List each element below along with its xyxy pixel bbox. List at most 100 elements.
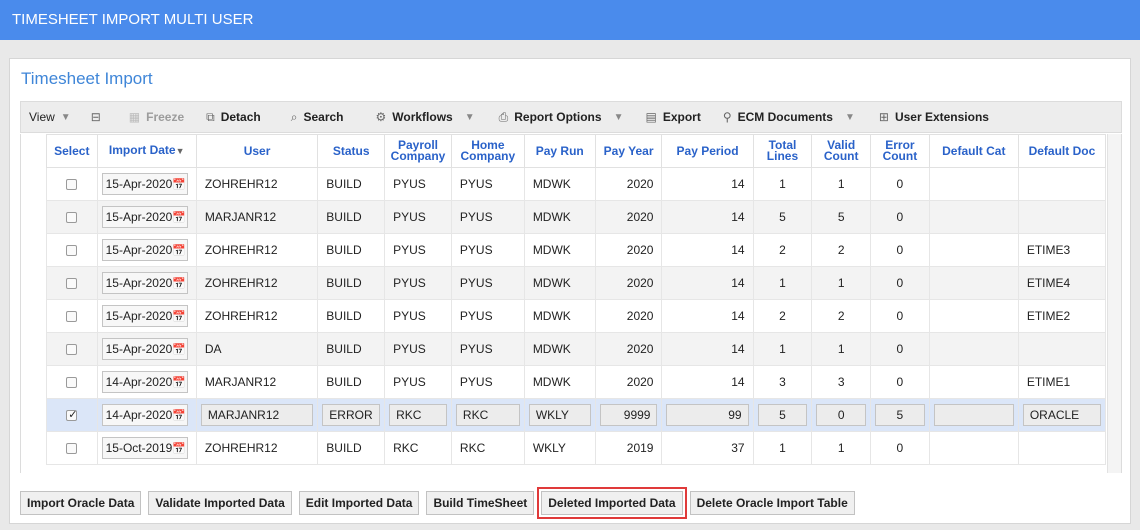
col-default-cat[interactable]: Default Cat bbox=[928, 134, 1019, 168]
import-date-field[interactable]: 15-Apr-2020 📅 bbox=[101, 272, 188, 294]
col-total-lines[interactable]: Total Lines bbox=[752, 134, 813, 168]
error-count-cell[interactable]: 5 bbox=[870, 398, 930, 432]
search-icon: ⌕ bbox=[290, 109, 298, 124]
valid-count-cell[interactable]: 0 bbox=[811, 398, 872, 432]
report-options-menu[interactable]: ⎙ Report Options ▼ bbox=[499, 110, 624, 125]
error-count-cell-value[interactable]: 5 bbox=[875, 404, 925, 426]
col-default-doc[interactable]: Default Doc bbox=[1017, 134, 1107, 168]
calendar-icon[interactable]: 📅 bbox=[172, 442, 186, 455]
pay-period-cell[interactable]: 99 bbox=[661, 398, 754, 432]
pay-year-cell[interactable]: 9999 bbox=[594, 398, 663, 432]
calendar-icon[interactable]: 📅 bbox=[172, 244, 186, 257]
table-row[interactable]: 14-Apr-2020📅MARJANR12ERRORRKCRKCWKLY9999… bbox=[46, 398, 1107, 432]
home-company-cell-value[interactable]: RKC bbox=[455, 404, 520, 426]
vertical-scrollbar[interactable] bbox=[1107, 134, 1121, 473]
col-user[interactable]: User bbox=[195, 134, 319, 168]
view-menu[interactable]: View ▼ bbox=[29, 110, 71, 124]
col-error-count[interactable]: Error Count bbox=[870, 134, 930, 168]
col-pay-year[interactable]: Pay Year bbox=[594, 134, 663, 168]
row-checkbox[interactable] bbox=[66, 278, 78, 290]
table-row[interactable]: 15-Apr-2020 📅 MARJANR12 BUILD PYUS PYUS MDWK 20… bbox=[46, 200, 1107, 234]
default-cat-cell-value[interactable] bbox=[933, 404, 1014, 426]
import-date-value: 15-Apr-2020 bbox=[105, 177, 173, 191]
total-lines-cell[interactable]: 5 bbox=[752, 398, 813, 432]
calendar-icon[interactable]: 📅 bbox=[172, 409, 186, 422]
import-date-field[interactable]: 14-Apr-2020 📅 bbox=[101, 404, 188, 426]
import-date-field[interactable]: 15-Apr-2020 📅 bbox=[101, 239, 188, 261]
calendar-icon[interactable]: 📅 bbox=[172, 211, 186, 224]
valid-count-cell-value[interactable]: 0 bbox=[816, 404, 867, 426]
home-company-cell: RKC bbox=[450, 431, 525, 465]
col-home-company[interactable]: Home Company bbox=[450, 134, 525, 168]
total-lines-cell-value[interactable]: 5 bbox=[757, 404, 808, 426]
freeze-button[interactable]: ▦ Freeze bbox=[129, 110, 184, 124]
import-date-field[interactable]: 15-Oct-2019 📅 bbox=[101, 437, 188, 459]
pay-period-cell-value[interactable]: 99 bbox=[666, 404, 749, 426]
row-checkbox[interactable] bbox=[66, 377, 78, 389]
import-date-field[interactable]: 15-Apr-2020 📅 bbox=[101, 173, 188, 195]
import-date-field[interactable]: 15-Apr-2020 📅 bbox=[101, 338, 188, 360]
row-checkbox[interactable] bbox=[66, 443, 78, 455]
select-cell bbox=[46, 167, 98, 201]
payroll-company-cell[interactable]: RKC bbox=[384, 398, 452, 432]
search-button[interactable]: ⌕ Search bbox=[291, 110, 344, 125]
row-checkbox[interactable] bbox=[66, 245, 78, 257]
status-cell-value: BUILD bbox=[326, 276, 362, 290]
pay-run-cell-value[interactable]: WKLY bbox=[528, 404, 591, 426]
calendar-icon[interactable]: 📅 bbox=[172, 376, 186, 389]
table-row[interactable]: 15-Apr-2020 📅 ZOHREHR12 BUILD PYUS PYUS MDWK 20… bbox=[46, 233, 1107, 267]
pay-run-cell[interactable]: WKLY bbox=[523, 398, 596, 432]
validate-imported-data-button[interactable]: Validate Imported Data bbox=[148, 491, 292, 515]
deleted-imported-data-button[interactable]: Deleted Imported Data bbox=[537, 487, 687, 519]
import-date-field[interactable]: 15-Apr-2020 📅 bbox=[101, 206, 188, 228]
col-pay-period[interactable]: Pay Period bbox=[661, 134, 754, 168]
col-payroll-company[interactable]: Payroll Company bbox=[384, 134, 452, 168]
calendar-icon[interactable]: 📅 bbox=[172, 178, 186, 191]
ecm-documents-menu[interactable]: ⚲ ECM Documents ▼ bbox=[723, 110, 855, 124]
edit-imported-data-button[interactable]: Edit Imported Data bbox=[298, 491, 420, 515]
col-select[interactable]: Select bbox=[46, 134, 98, 168]
status-cell-value: BUILD bbox=[326, 243, 362, 257]
col-import-date[interactable]: Import Date▼ bbox=[96, 134, 197, 168]
user-cell-value: ZOHREHR12 bbox=[204, 441, 278, 455]
col-pay-run[interactable]: Pay Run bbox=[523, 134, 596, 168]
default-doc-cell-value[interactable]: ORACLE bbox=[1022, 404, 1101, 426]
status-cell[interactable]: ERROR bbox=[317, 398, 386, 432]
delete-oracle-import-table-button[interactable]: Delete Oracle Import Table bbox=[689, 491, 855, 515]
table-row[interactable]: 15-Oct-2019 📅 ZOHREHR12 BUILD RKC RKC WKLY 2019… bbox=[46, 431, 1107, 465]
row-checkbox[interactable] bbox=[66, 311, 78, 323]
row-checkbox[interactable] bbox=[66, 344, 78, 356]
status-cell-value[interactable]: ERROR bbox=[322, 404, 381, 426]
import-date-value: 15-Apr-2020 bbox=[105, 342, 173, 356]
total-lines-cell: 2 bbox=[752, 233, 813, 267]
table-row[interactable]: 15-Apr-2020 📅 ZOHREHR12 BUILD PYUS PYUS MDWK 20… bbox=[46, 299, 1107, 333]
row-checkbox[interactable] bbox=[66, 212, 78, 224]
user-extensions-button[interactable]: ⊞ User Extensions bbox=[879, 110, 989, 124]
row-checkbox[interactable] bbox=[66, 408, 78, 422]
workflows-menu[interactable]: ⚙ Workflows ▼ bbox=[376, 110, 475, 124]
calendar-icon[interactable]: 📅 bbox=[172, 310, 186, 323]
payroll-company-cell-value[interactable]: RKC bbox=[389, 404, 447, 426]
table-row[interactable]: 15-Apr-2020 📅 ZOHREHR12 BUILD PYUS PYUS MDWK 20… bbox=[46, 167, 1107, 201]
default-doc-cell[interactable]: ORACLE bbox=[1017, 398, 1107, 432]
detach-button[interactable]: ⧉ Detach bbox=[206, 110, 261, 125]
import-date-field[interactable]: 14-Apr-2020 📅 bbox=[101, 371, 188, 393]
calendar-icon[interactable]: 📅 bbox=[172, 343, 186, 356]
table-row[interactable]: 15-Apr-2020 📅 DA BUILD PYUS PYUS MDWK 2020 14 1 1 0 bbox=[46, 332, 1107, 366]
table-row[interactable]: 14-Apr-2020 📅 MARJANR12 BUILD PYUS PYUS MDWK 20… bbox=[46, 365, 1107, 399]
calendar-icon[interactable]: 📅 bbox=[172, 277, 186, 290]
import-oracle-data-button[interactable]: Import Oracle Data bbox=[20, 491, 142, 515]
table-row[interactable]: 15-Apr-2020 📅 ZOHREHR12 BUILD PYUS PYUS MDWK 20… bbox=[46, 266, 1107, 300]
pay-year-cell-value[interactable]: 9999 bbox=[599, 404, 658, 426]
home-company-cell[interactable]: RKC bbox=[450, 398, 525, 432]
build-timesheet-button[interactable]: Build TimeSheet bbox=[426, 491, 535, 515]
import-date-field[interactable]: 15-Apr-2020 📅 bbox=[101, 305, 188, 327]
user-cell[interactable]: MARJANR12 bbox=[195, 398, 319, 432]
default-cat-cell[interactable] bbox=[928, 398, 1019, 432]
user-cell-value[interactable]: MARJANR12 bbox=[200, 404, 314, 426]
filter-icon-button[interactable]: ⊟ bbox=[91, 110, 107, 124]
row-checkbox[interactable] bbox=[66, 179, 78, 191]
col-valid-count[interactable]: Valid Count bbox=[811, 134, 872, 168]
col-status[interactable]: Status bbox=[317, 134, 386, 168]
export-button[interactable]: ▤ Export bbox=[645, 110, 700, 124]
